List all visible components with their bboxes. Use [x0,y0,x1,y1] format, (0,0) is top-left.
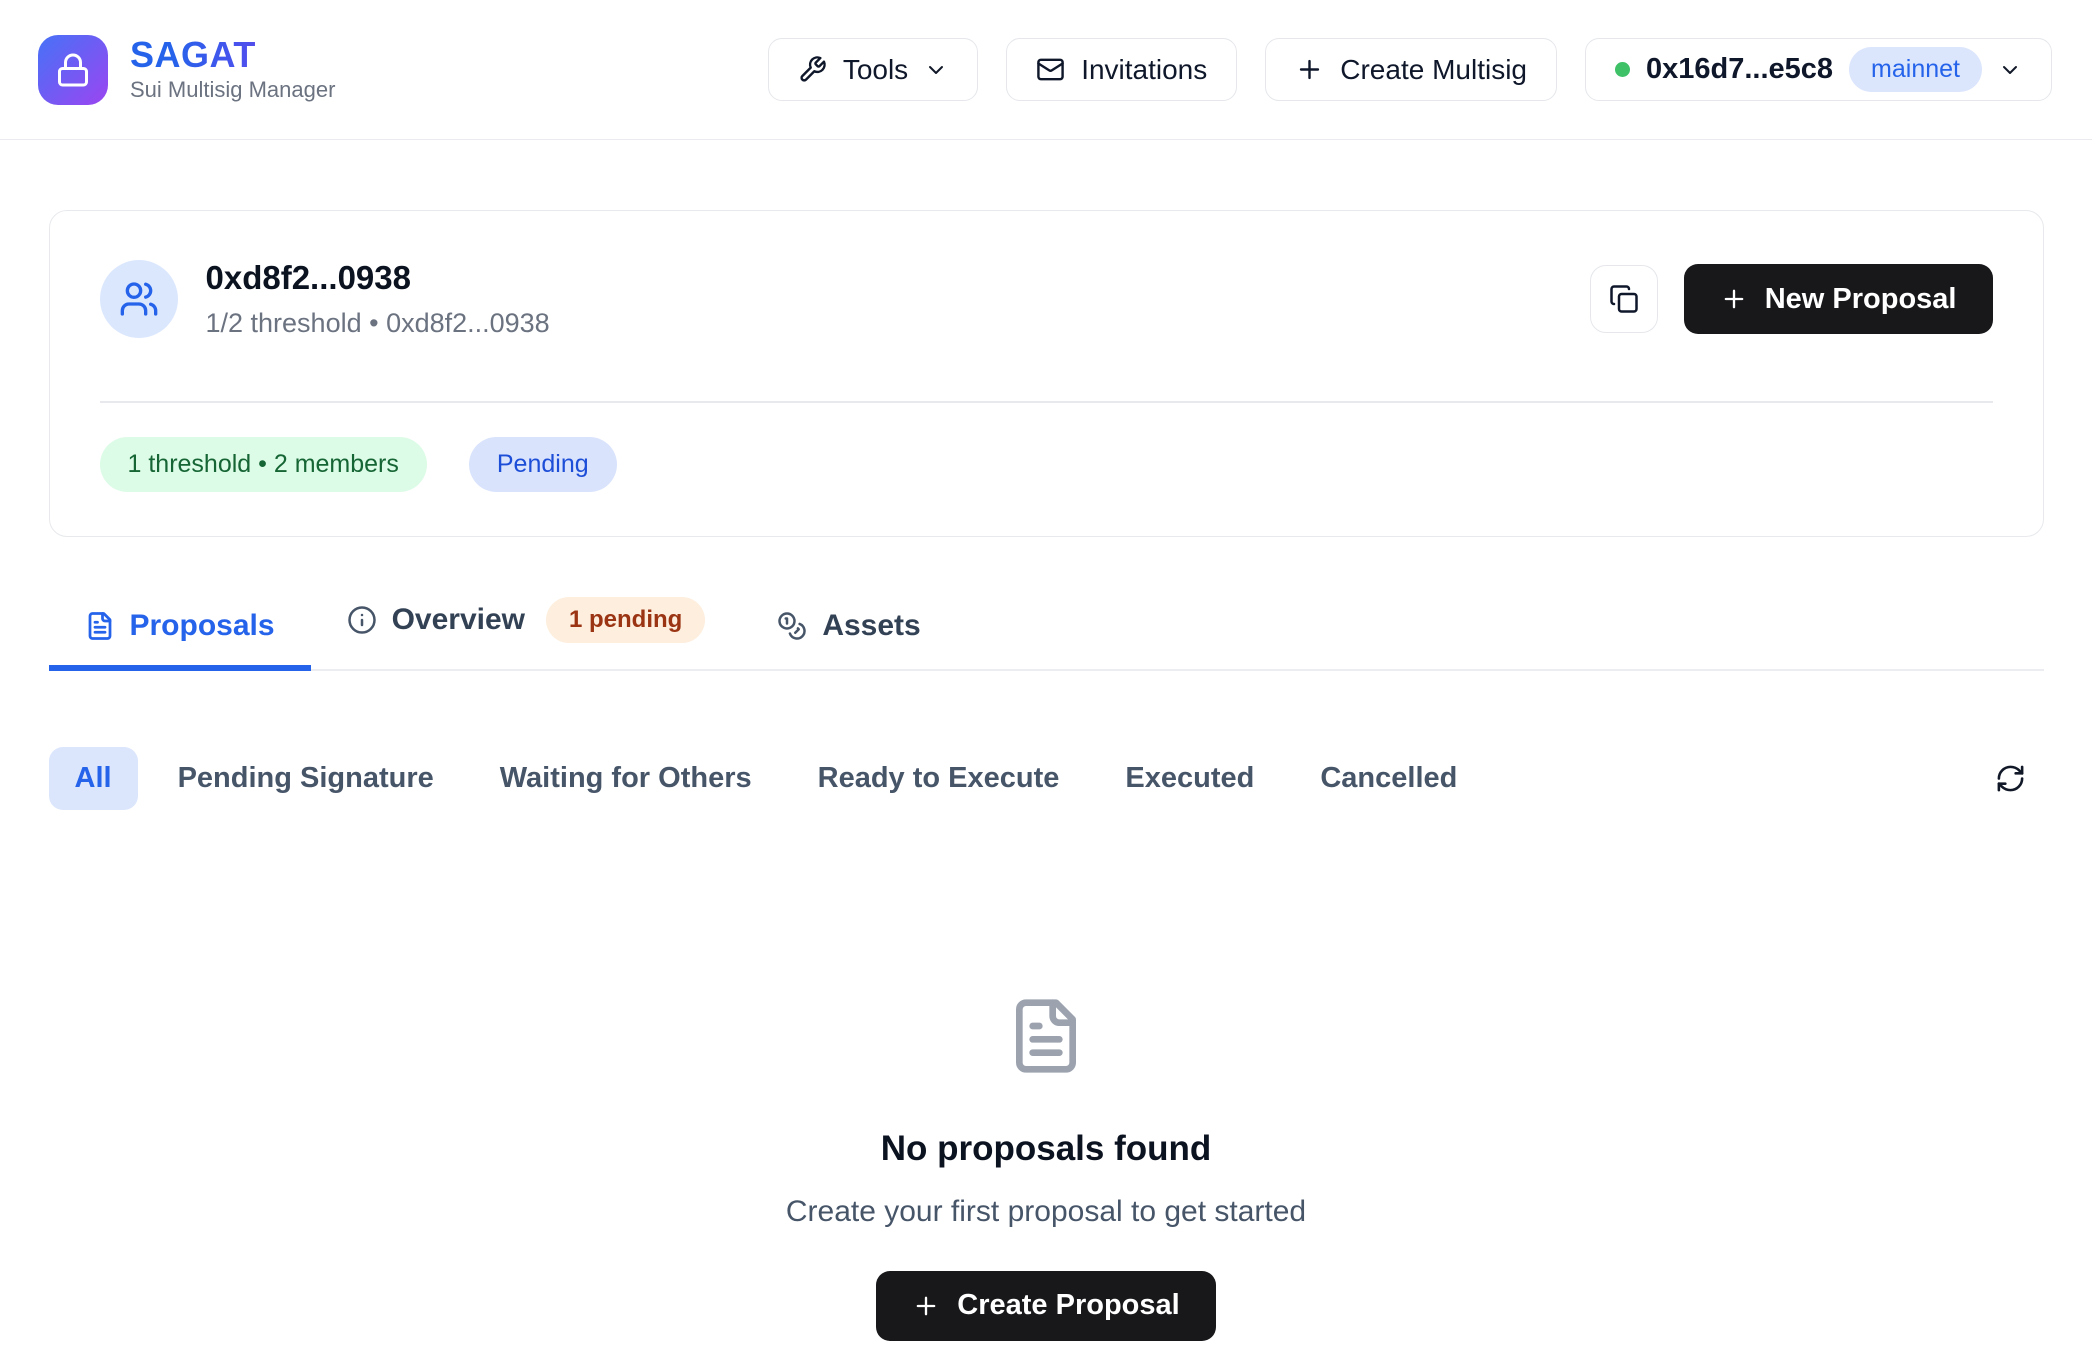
create-proposal-label: Create Proposal [957,1289,1179,1322]
invitations-label: Invitations [1081,54,1207,86]
filter-ready-to-execute[interactable]: Ready to Execute [792,747,1086,810]
chevron-down-icon [924,58,948,82]
status-badge: Pending [469,437,617,492]
filter-executed[interactable]: Executed [1099,747,1280,810]
chevron-down-icon [1998,58,2022,82]
tab-assets-label: Assets [822,609,920,643]
header-actions: Tools Invitations Create Multisig 0x16d7… [768,38,2052,101]
users-icon [119,279,159,319]
multisig-name: 0xd8f2...0938 [206,259,1590,297]
coins-icon [777,611,807,641]
new-proposal-label: New Proposal [1765,283,1957,316]
create-multisig-label: Create Multisig [1340,54,1527,86]
tools-label: Tools [843,54,908,86]
empty-state-title: No proposals found [49,1129,2044,1169]
network-badge: mainnet [1849,47,1982,92]
lock-icon [55,52,91,88]
tab-overview-label: Overview [392,603,525,637]
multisig-card-header: 0xd8f2...0938 1/2 threshold • 0xd8f2...0… [50,211,2043,339]
refresh-button[interactable] [1990,757,2032,799]
members-badge: 1 threshold • 2 members [100,437,427,492]
tab-proposals[interactable]: Proposals [49,609,311,669]
file-text-icon [1006,996,1086,1076]
connection-status-dot [1615,62,1630,77]
wallet-address: 0x16d7...e5c8 [1646,53,1833,86]
copy-icon [1609,284,1639,314]
tab-bar: Proposals Overview 1 pending Assets [49,597,2044,671]
multisig-meta: 1/2 threshold • 0xd8f2...0938 [206,308,1590,339]
tab-assets[interactable]: Assets [741,609,956,669]
wallet-menu-button[interactable]: 0x16d7...e5c8 mainnet [1585,38,2052,101]
filter-all[interactable]: All [49,747,138,810]
multisig-badges: 1 threshold • 2 members Pending [50,403,2043,536]
filter-waiting-for-others[interactable]: Waiting for Others [474,747,778,810]
app-title: SAGAT [130,36,335,74]
create-multisig-button[interactable]: Create Multisig [1265,38,1557,101]
app-tagline: Sui Multisig Manager [130,77,335,103]
create-proposal-button[interactable]: Create Proposal [876,1271,1215,1341]
filter-pending-signature[interactable]: Pending Signature [152,747,460,810]
invitations-button[interactable]: Invitations [1006,38,1237,101]
app-logo [38,35,108,105]
app-header: SAGAT Sui Multisig Manager Tools Invitat… [0,0,2092,140]
refresh-icon [1995,763,2026,794]
multisig-avatar [100,260,178,338]
plus-icon [912,1292,940,1320]
tools-button[interactable]: Tools [768,38,978,101]
main-content: 0xd8f2...0938 1/2 threshold • 0xd8f2...0… [49,210,2044,1341]
proposal-filters: All Pending Signature Waiting for Others… [49,747,2044,810]
empty-state-cta-wrap: Create Proposal [49,1271,2044,1341]
tab-overview[interactable]: Overview 1 pending [311,597,742,669]
new-proposal-button[interactable]: New Proposal [1684,264,1993,334]
mail-icon [1036,55,1065,84]
multisig-card: 0xd8f2...0938 1/2 threshold • 0xd8f2...0… [49,210,2044,537]
brand-text: SAGAT Sui Multisig Manager [130,36,335,104]
file-text-icon [85,611,115,641]
plus-icon [1720,285,1748,313]
multisig-actions: New Proposal [1590,264,1993,334]
copy-address-button[interactable] [1590,265,1658,333]
wrench-icon [798,55,827,84]
brand: SAGAT Sui Multisig Manager [38,35,335,105]
multisig-info: 0xd8f2...0938 1/2 threshold • 0xd8f2...0… [206,259,1590,339]
tab-proposals-label: Proposals [130,609,275,643]
plus-icon [1295,55,1324,84]
info-icon [347,605,377,635]
empty-state: No proposals found Create your first pro… [49,996,2044,1341]
pending-count-badge: 1 pending [546,597,705,643]
empty-state-subtitle: Create your first proposal to get starte… [49,1195,2044,1229]
filter-cancelled[interactable]: Cancelled [1294,747,1483,810]
